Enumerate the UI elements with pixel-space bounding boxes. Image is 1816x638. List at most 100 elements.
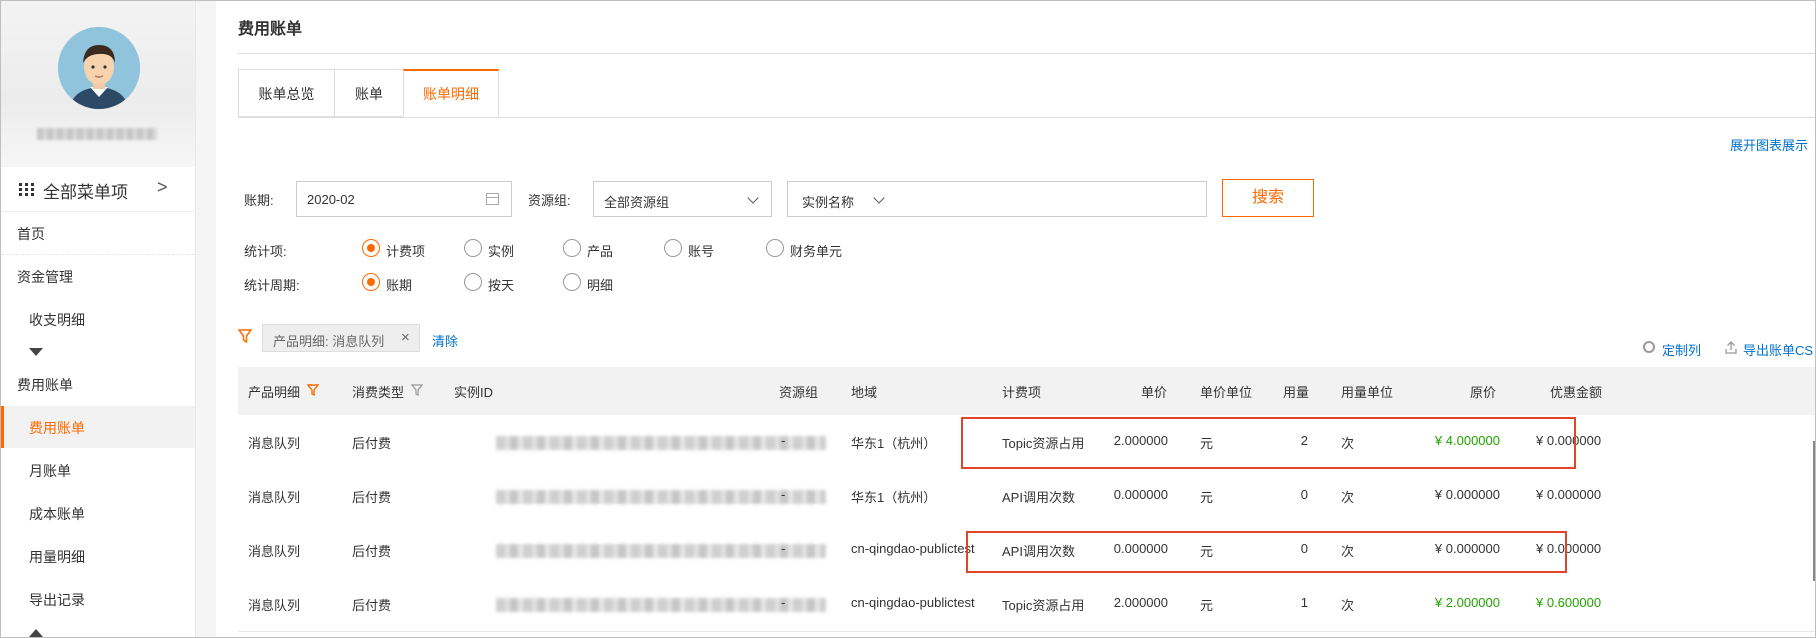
resource-group-label: 资源组:: [528, 193, 571, 208]
instance-id-blurred: [496, 490, 826, 504]
radio-label: 账期: [386, 278, 413, 293]
sidebar-item-export-records[interactable]: 导出记录: [1, 578, 195, 620]
radio-period-daily[interactable]: [464, 273, 482, 291]
cell-original-price: ¥ 0.000000: [1434, 487, 1500, 502]
filter-icon: [238, 329, 252, 343]
period-label: 账期:: [244, 193, 274, 208]
highlight-box: [961, 417, 1576, 469]
cell-region: 华东1（杭州）: [851, 490, 937, 505]
filter-icon[interactable]: [307, 384, 319, 396]
sidebar-item-cost-bill[interactable]: 成本账单: [1, 492, 195, 534]
gear-icon[interactable]: [1643, 341, 1655, 353]
table-row[interactable]: 消息队列 后付费 - cn-qingdao-publictest Topic资源…: [238, 577, 1815, 632]
cell-consume-type: 后付费: [352, 544, 392, 559]
cell-resource-group: -: [781, 487, 786, 502]
expand-triangle-icon[interactable]: [29, 629, 43, 637]
all-menu-button[interactable]: 全部菜单项 >: [1, 167, 195, 212]
expand-chart-link[interactable]: 展开图表展示: [1730, 135, 1808, 154]
resource-group-select[interactable]: 全部资源组: [593, 181, 772, 217]
chevron-right-icon: >: [157, 177, 168, 197]
calendar-icon: [486, 193, 499, 205]
export-bill-csv-link[interactable]: 导出账单CS: [1743, 340, 1813, 359]
table-row[interactable]: 消息队列 后付费 - 华东1（杭州） API调用次数 0.000000 元 0 …: [238, 469, 1815, 524]
instance-search-input[interactable]: 实例名称: [787, 181, 1207, 217]
radio-label: 按天: [488, 278, 515, 293]
radio-period-detail[interactable]: [563, 273, 581, 291]
cell-usage: 1: [1300, 595, 1308, 610]
tab-bill-detail[interactable]: 账单明细: [403, 69, 499, 117]
col-header-region: 地域: [851, 385, 878, 400]
avatar[interactable]: [58, 27, 140, 109]
sidebar-item-label: 首页: [17, 226, 45, 242]
radio-stat-account[interactable]: [664, 239, 682, 257]
col-header-unit-price: 单价: [1141, 385, 1168, 400]
cell-usage: 0: [1300, 487, 1308, 502]
cell-discount: ¥ 0.000000: [1536, 487, 1602, 502]
sidebar-item-billing-section[interactable]: 费用账单: [1, 363, 195, 405]
radio-stat-product[interactable]: [563, 239, 581, 257]
all-menu-label: 全部菜单项: [43, 183, 128, 202]
page-title: 费用账单: [238, 21, 303, 38]
tab-bill[interactable]: 账单: [334, 69, 404, 117]
active-filter-chip: 产品明细: 消息队列 ×: [262, 324, 420, 352]
col-header-price-unit: 单价单位: [1200, 385, 1253, 400]
cell-consume-type: 后付费: [352, 436, 392, 451]
col-header-usage: 用量: [1283, 385, 1310, 400]
cell-consume-type: 后付费: [352, 598, 392, 613]
sidebar-item-label: 费用账单: [17, 377, 73, 393]
radio-label: 计费项: [386, 244, 426, 259]
custom-columns-link[interactable]: 定制列: [1662, 340, 1701, 359]
search-button[interactable]: 搜索: [1222, 179, 1314, 217]
sidebar-item-label: 资金管理: [17, 269, 73, 285]
cell-product: 消息队列: [248, 436, 301, 451]
grid-icon: [19, 183, 34, 197]
filter-icon[interactable]: [411, 384, 423, 396]
col-header-resource-group: 资源组: [779, 385, 819, 400]
sidebar-item-funds[interactable]: 资金管理: [1, 255, 195, 297]
sidebar-item-label: 月账单: [29, 463, 71, 479]
stat-item-label: 统计项:: [244, 244, 287, 259]
col-header-instance-id: 实例ID: [454, 385, 494, 400]
instance-type-select[interactable]: 实例名称: [802, 192, 854, 211]
close-icon[interactable]: ×: [401, 329, 410, 346]
cell-resource-group: -: [781, 433, 786, 448]
sidebar-item-billing[interactable]: 费用账单: [1, 406, 195, 448]
radio-stat-instance[interactable]: [464, 239, 482, 257]
col-header-usage-unit: 用量单位: [1341, 385, 1394, 400]
account-name-blurred: [37, 128, 157, 140]
sidebar-item-label: 成本账单: [29, 506, 85, 522]
cell-price-unit: 元: [1200, 490, 1214, 505]
sidebar-item-usage-detail[interactable]: 用量明细: [1, 535, 195, 577]
cell-product: 消息队列: [248, 544, 301, 559]
cell-region: 华东1（杭州）: [851, 436, 937, 451]
instance-id-blurred: [496, 598, 826, 612]
resource-group-value: 全部资源组: [604, 195, 670, 210]
radio-period-billing-cycle[interactable]: [362, 273, 380, 291]
sidebar-item-income-expense[interactable]: 收支明细: [1, 298, 195, 340]
sidebar-item-monthly-bill[interactable]: 月账单: [1, 449, 195, 491]
cell-usage-unit: 次: [1341, 598, 1355, 613]
sidebar-item-home[interactable]: 首页: [1, 212, 195, 255]
radio-stat-billing-item[interactable]: [362, 239, 380, 257]
cell-product: 消息队列: [248, 598, 301, 613]
filter-chip-label: 产品明细: 消息队列: [273, 334, 385, 349]
period-value: 2020-02: [307, 192, 355, 207]
sidebar-item-label: 费用账单: [29, 420, 85, 436]
tab-bill-overview[interactable]: 账单总览: [238, 69, 335, 117]
upload-icon[interactable]: [1725, 341, 1737, 354]
cell-resource-group: -: [781, 595, 786, 610]
main-content: 费用账单 账单总览 账单 账单明细 展开图表展示 账期: 2020-02 资源组…: [216, 1, 1815, 637]
collapse-triangle-icon[interactable]: [29, 348, 43, 356]
period-date-picker[interactable]: 2020-02: [296, 181, 512, 217]
radio-label: 实例: [488, 244, 515, 259]
sidebar-item-label: 收支明细: [29, 312, 85, 328]
cell-resource-group: -: [781, 541, 786, 556]
clear-filters-link[interactable]: 清除: [432, 331, 458, 350]
cell-unit-price: 0.000000: [1113, 487, 1168, 502]
cell-billing-item: API调用次数: [1002, 490, 1075, 505]
sidebar: 全部菜单项 > 首页 资金管理 收支明细 费用账单 费用账单 月账单 成本账单 …: [1, 1, 196, 637]
radio-label: 财务单元: [790, 244, 843, 259]
radio-stat-finance-unit[interactable]: [766, 239, 784, 257]
sidebar-item-label: 用量明细: [29, 549, 85, 565]
chevron-down-icon[interactable]: [873, 192, 885, 204]
